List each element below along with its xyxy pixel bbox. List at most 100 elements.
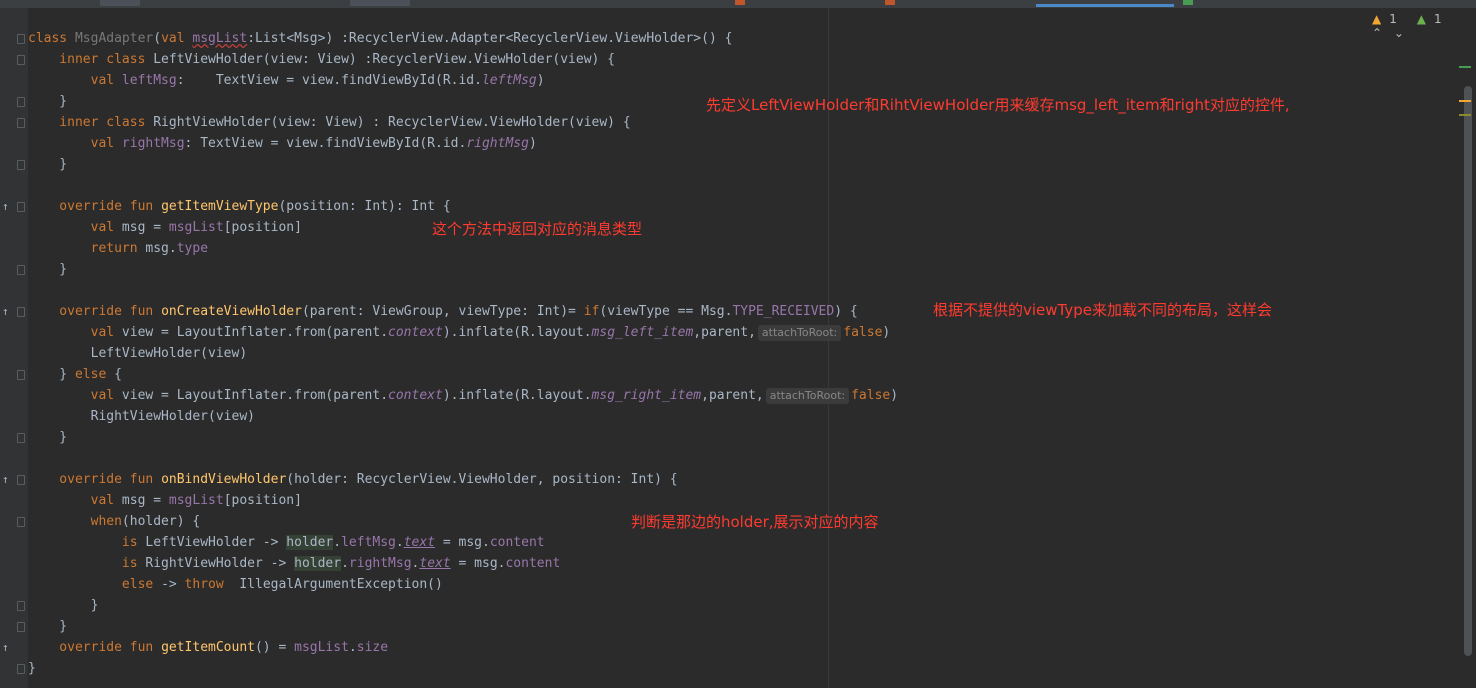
code-text: } — [28, 157, 68, 172]
fold-icon[interactable] — [17, 307, 25, 317]
code-text: ,parent, — [701, 388, 764, 403]
code-text: ).inflate(R.layout. — [442, 388, 592, 403]
code-text: (holder: RecyclerView.ViewHolder, positi… — [286, 472, 678, 487]
parameter-hint: attachToRoot: — [765, 388, 850, 404]
fold-icon[interactable] — [17, 517, 25, 527]
chevron-up-icon[interactable]: ⌃ — [1372, 26, 1382, 40]
inspection-status[interactable]: ▲ 1 ▲ 1 ⌃ ⌄ — [1372, 12, 1476, 40]
fold-icon[interactable] — [17, 118, 25, 128]
resource-id: msg_left_item — [591, 325, 694, 340]
error-stripe-mark[interactable] — [1459, 114, 1471, 116]
code-line[interactable]: is RightViewHolder -> holder.rightMsg.te… — [28, 553, 898, 574]
error-stripe-mark[interactable] — [1459, 66, 1471, 68]
scrollbar-thumb[interactable] — [1464, 86, 1472, 656]
fold-icon[interactable] — [17, 97, 25, 107]
code-line[interactable]: } — [28, 616, 898, 637]
fold-icon[interactable] — [17, 34, 25, 44]
kotlin-file-icon[interactable] — [885, 0, 895, 5]
property: content — [489, 535, 545, 550]
override-marker-icon[interactable]: ↑ — [2, 200, 9, 213]
code-text: ) { — [834, 304, 858, 319]
code-line[interactable]: inner class RightViewHolder(view: View) … — [28, 112, 898, 133]
code-line[interactable]: } — [28, 427, 898, 448]
smart-cast-variable: holder — [286, 535, 334, 550]
code-text: } — [28, 619, 68, 634]
code-line[interactable]: return msg.type — [28, 238, 898, 259]
code-editor[interactable]: class MsgAdapter(val msgList:List<Msg>) … — [28, 28, 898, 679]
editor-tab-bar — [0, 0, 1476, 8]
editor-tab[interactable] — [350, 0, 410, 6]
code-text: } — [28, 94, 68, 109]
fold-icon[interactable] — [17, 160, 25, 170]
code-line[interactable]: val leftMsg: TextView = view.findViewByI… — [28, 70, 898, 91]
code-text: LeftViewHolder -> — [145, 535, 287, 550]
fold-icon[interactable] — [17, 202, 25, 212]
function-name: onCreateViewHolder — [161, 304, 302, 319]
code-line[interactable]: else -> throw IllegalArgumentException() — [28, 574, 898, 595]
fold-icon[interactable] — [17, 664, 25, 674]
code-line[interactable]: } — [28, 259, 898, 280]
code-line[interactable]: val rightMsg: TextView = view.findViewBy… — [28, 133, 898, 154]
fold-icon[interactable] — [17, 601, 25, 611]
keyword: false — [851, 388, 891, 403]
fold-icon[interactable] — [17, 55, 25, 65]
override-marker-icon[interactable]: ↑ — [2, 473, 9, 486]
code-text: . — [341, 556, 349, 571]
code-line[interactable] — [28, 280, 898, 301]
code-line[interactable]: } — [28, 595, 898, 616]
fold-icon[interactable] — [17, 433, 25, 443]
code-line[interactable]: } else { — [28, 364, 898, 385]
property: text — [419, 556, 451, 571]
weak-warning-icon: ▲ — [1416, 12, 1426, 26]
code-text: . — [395, 535, 404, 550]
code-line[interactable]: override fun getItemCount() = msgList.si… — [28, 637, 898, 658]
class-name: MsgAdapter — [74, 31, 154, 46]
code-text: msg. — [145, 241, 177, 256]
code-text: view = LayoutInflater.from(parent. — [121, 325, 389, 340]
code-line[interactable]: class MsgAdapter(val msgList:List<Msg>) … — [28, 28, 898, 49]
kotlin-file-icon[interactable] — [735, 0, 745, 5]
code-line[interactable]: val view = LayoutInflater.from(parent.co… — [28, 385, 898, 406]
fold-icon[interactable] — [17, 370, 25, 380]
keyword: else — [28, 577, 162, 592]
code-line[interactable]: val msg = msgList[position] — [28, 490, 898, 511]
code-line[interactable]: inner class LeftViewHolder(view: View) :… — [28, 49, 898, 70]
code-text: IllegalArgumentException() — [231, 577, 443, 592]
active-tab-indicator[interactable] — [1036, 4, 1174, 7]
fold-icon[interactable] — [17, 622, 25, 632]
property: leftMsg — [121, 73, 177, 88]
line-gutter[interactable] — [0, 8, 28, 688]
layout-file-icon[interactable] — [1183, 0, 1193, 5]
code-text: } — [28, 598, 99, 613]
code-line[interactable] — [28, 448, 898, 469]
keyword: when — [28, 514, 122, 529]
code-text: -> — [161, 577, 185, 592]
chevron-down-icon[interactable]: ⌄ — [1394, 26, 1404, 40]
code-text: : TextView = view.findViewById(R.id. — [176, 73, 482, 88]
code-line[interactable]: override fun getItemViewType(position: I… — [28, 196, 898, 217]
override-marker-icon[interactable]: ↑ — [2, 641, 9, 654]
code-line[interactable]: } — [28, 658, 898, 679]
keyword: inner class — [28, 52, 154, 67]
warning-indicator[interactable]: ▲ 1 — [1372, 12, 1405, 26]
code-line[interactable] — [28, 175, 898, 196]
code-line[interactable]: } — [28, 154, 898, 175]
code-line[interactable]: override fun onBindViewHolder(holder: Re… — [28, 469, 898, 490]
code-text: ).inflate(R.layout. — [442, 325, 592, 340]
code-text: RightViewHolder -> — [145, 556, 295, 571]
fold-icon[interactable] — [17, 265, 25, 275]
code-line[interactable]: override fun onCreateViewHolder(parent: … — [28, 301, 898, 322]
override-marker-icon[interactable]: ↑ — [2, 305, 9, 318]
code-line[interactable]: RightViewHolder(view) — [28, 406, 898, 427]
code-text: (parent: ViewGroup, viewType: Int)= — [301, 304, 584, 319]
function-name: onBindViewHolder — [161, 472, 287, 487]
code-text: (viewType == Msg. — [599, 304, 733, 319]
editor-tab[interactable] — [100, 0, 140, 6]
weak-warning-indicator[interactable]: ▲ 1 — [1417, 12, 1450, 26]
property: rightMsg — [121, 136, 185, 151]
error-stripe-mark[interactable] — [1459, 100, 1471, 102]
code-line[interactable]: LeftViewHolder(view) — [28, 343, 898, 364]
fold-icon[interactable] — [17, 475, 25, 485]
code-line[interactable]: val view = LayoutInflater.from(parent.co… — [28, 322, 898, 343]
code-line[interactable]: is LeftViewHolder -> holder.leftMsg.text… — [28, 532, 898, 553]
